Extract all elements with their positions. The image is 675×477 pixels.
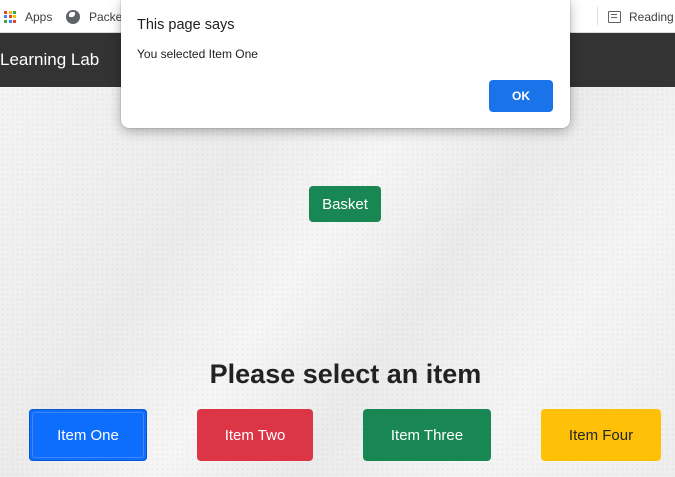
item-four-button[interactable]: Item Four <box>541 409 661 461</box>
ok-button[interactable]: OK <box>489 80 553 112</box>
main-content: Basket Please select an item Item One It… <box>0 87 675 477</box>
apps-dot <box>4 10 7 14</box>
apps-dot <box>8 10 12 14</box>
apps-grid-icon <box>4 10 16 23</box>
globe-icon <box>66 9 80 24</box>
apps-dot <box>8 15 12 18</box>
apps-dot <box>13 19 16 23</box>
apps-dot <box>4 19 7 23</box>
bookmark-apps[interactable]: Apps <box>4 0 52 33</box>
alert-dialog: This page says You selected Item One OK <box>121 0 570 128</box>
item-two-button[interactable]: Item Two <box>197 409 313 461</box>
apps-dot <box>4 15 7 18</box>
navbar-brand[interactable]: Learning Lab <box>0 50 99 70</box>
dialog-title: This page says <box>137 17 235 33</box>
basket-button[interactable]: Basket <box>309 186 381 222</box>
reading-list-label: Reading <box>629 9 674 24</box>
reading-list[interactable]: Reading <box>608 0 674 33</box>
bookmarks-separator <box>597 7 598 25</box>
item-one-button[interactable]: Item One <box>29 409 147 461</box>
dialog-message: You selected Item One <box>137 47 258 61</box>
bookmark-packet[interactable]: Packet <box>66 0 126 33</box>
focus-ring <box>32 412 144 458</box>
item-three-button[interactable]: Item Three <box>363 409 491 461</box>
apps-dot <box>13 10 16 14</box>
apps-dot <box>8 19 12 23</box>
reading-list-icon <box>608 10 621 23</box>
apps-dot <box>13 15 16 18</box>
bookmark-apps-label: Apps <box>25 9 53 24</box>
page-heading: Please select an item <box>209 359 482 389</box>
